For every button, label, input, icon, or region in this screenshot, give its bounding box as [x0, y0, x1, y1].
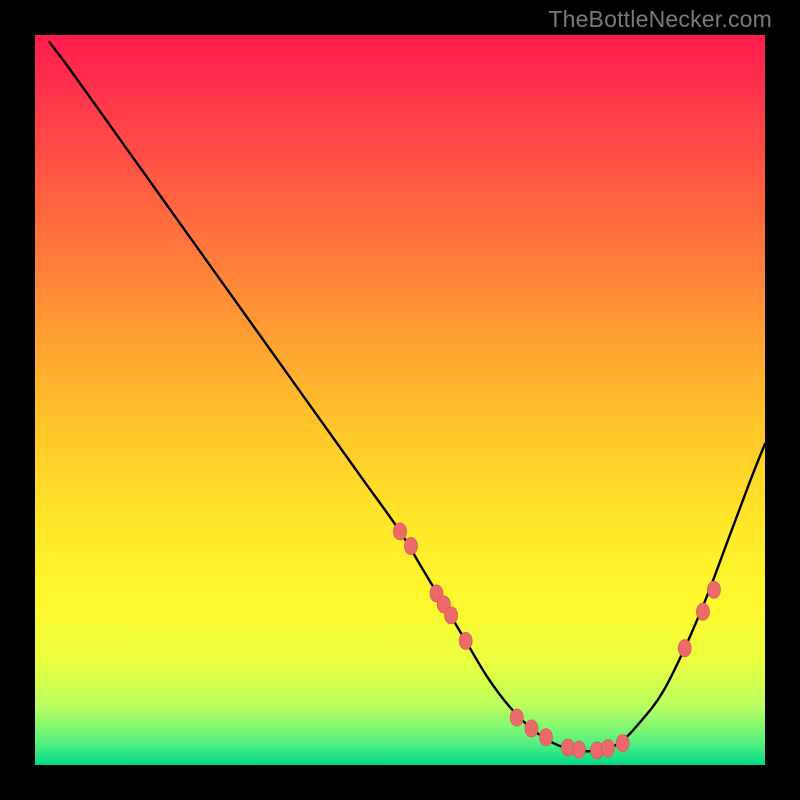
marker-point [404, 538, 417, 555]
marker-point [696, 603, 709, 620]
marker-point [394, 523, 407, 540]
watermark-text: TheBottleNecker.com [548, 6, 772, 33]
marker-point [459, 632, 472, 649]
marker-point [510, 709, 523, 726]
marker-point [445, 607, 458, 624]
marker-point [540, 729, 553, 746]
marker-point [572, 741, 585, 758]
marker-point [602, 740, 615, 757]
highlight-markers [394, 523, 721, 759]
marker-point [678, 640, 691, 657]
chart-svg [35, 35, 765, 765]
marker-point [525, 720, 538, 737]
bottleneck-curve [50, 42, 765, 751]
marker-point [707, 581, 720, 598]
plot-area [35, 35, 765, 765]
marker-point [616, 735, 629, 752]
